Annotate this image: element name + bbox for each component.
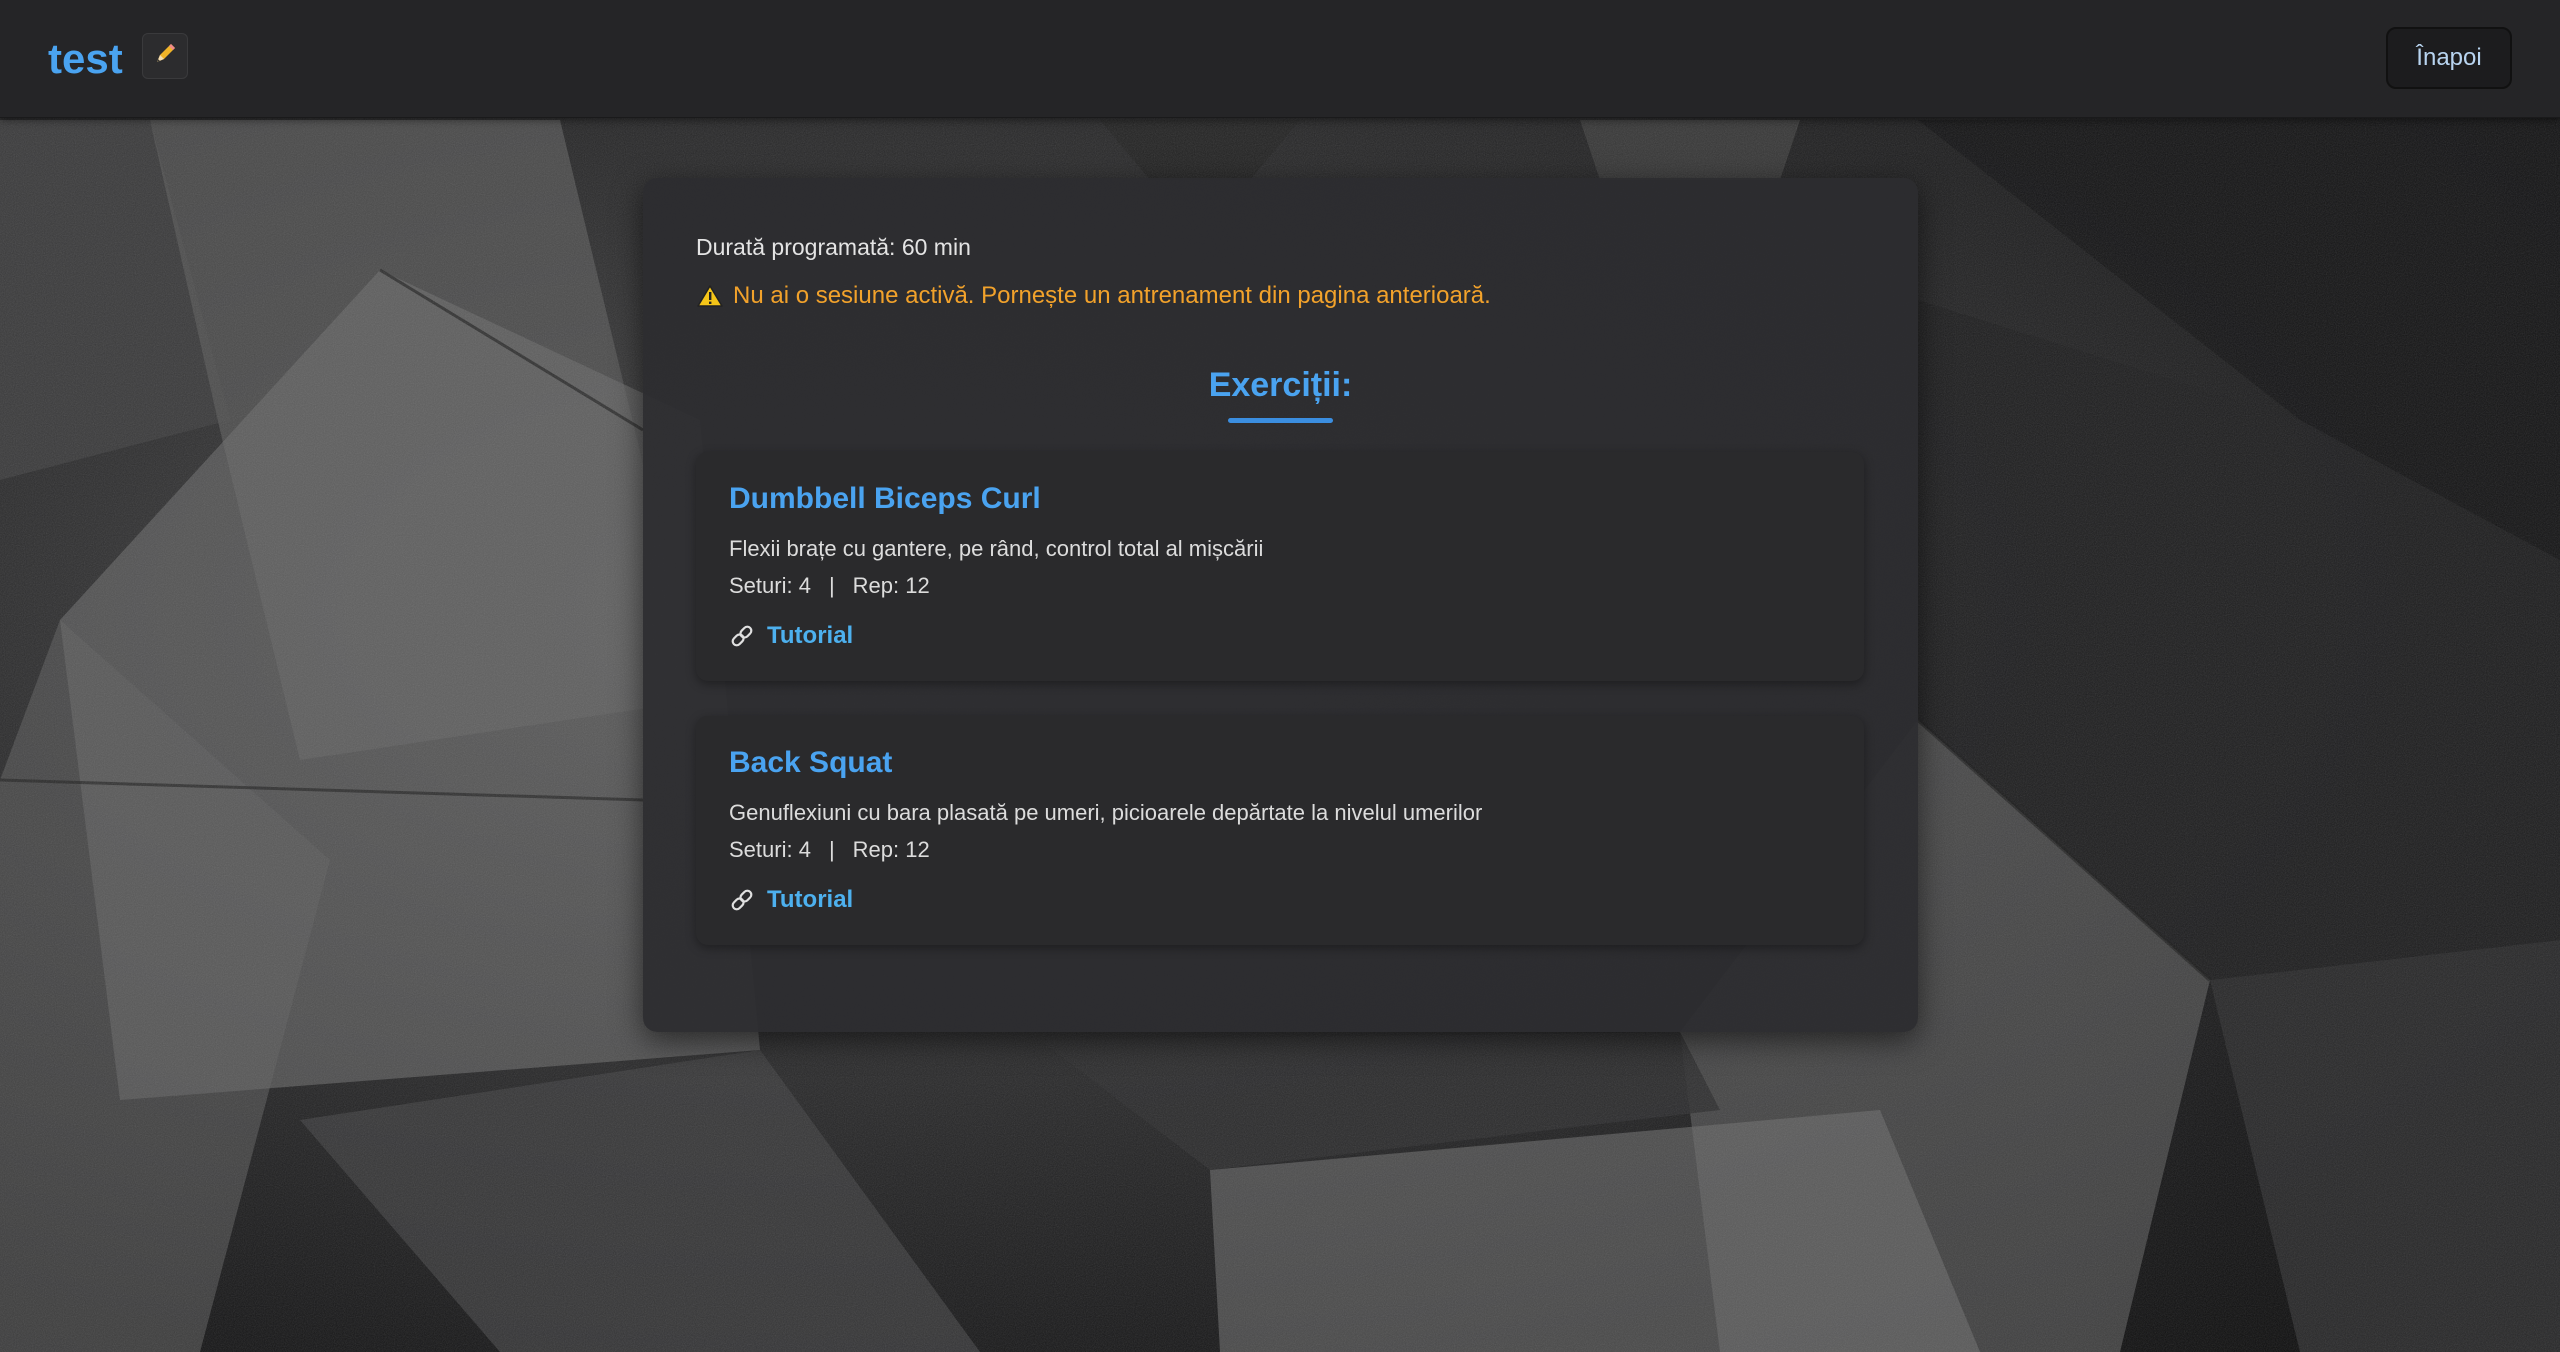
exercises-heading: Exerciții: xyxy=(1208,366,1353,404)
exercise-card: Back Squat Genuflexiuni cu bara plasată … xyxy=(696,716,1864,945)
edit-title-button[interactable] xyxy=(142,33,188,79)
back-button[interactable]: Înapoi xyxy=(2386,27,2512,89)
scheduled-duration: Durată programată: 60 min xyxy=(696,234,971,260)
pencil-icon xyxy=(152,41,178,72)
exercise-meta: Seturi: 4 | Rep: 12 xyxy=(729,837,930,863)
exercise-card: Dumbbell Biceps Curl Flexii brațe cu gan… xyxy=(696,452,1864,681)
link-icon xyxy=(729,887,755,913)
exercise-reps: Rep: 12 xyxy=(852,573,930,598)
no-session-warning: Nu ai o sesiune activă. Pornește un antr… xyxy=(697,282,1491,310)
exercise-meta: Seturi: 4 | Rep: 12 xyxy=(729,573,930,599)
exercise-description: Flexii brațe cu gantere, pe rând, contro… xyxy=(729,536,1264,561)
tutorial-label[interactable]: Tutorial xyxy=(767,622,853,650)
meta-separator: | xyxy=(828,573,835,598)
warning-icon xyxy=(697,284,723,308)
meta-separator: | xyxy=(828,837,835,862)
exercise-name: Back Squat xyxy=(729,746,893,779)
top-header: test Înapoi xyxy=(0,0,2560,118)
tutorial-link[interactable]: Tutorial xyxy=(729,886,853,914)
exercise-description: Genuflexiuni cu bara plasată pe umeri, p… xyxy=(729,800,1483,825)
exercise-name: Dumbbell Biceps Curl xyxy=(729,482,1041,515)
tutorial-link[interactable]: Tutorial xyxy=(729,622,853,650)
workout-panel: Durată programată: 60 min Nu ai o sesiun… xyxy=(643,178,1918,1032)
link-icon xyxy=(729,623,755,649)
exercise-sets: Seturi: 4 xyxy=(729,573,811,598)
exercise-reps: Rep: 12 xyxy=(852,837,930,862)
heading-underline xyxy=(1228,418,1333,423)
warning-text: Nu ai o sesiune activă. Pornește un antr… xyxy=(733,282,1491,309)
tutorial-label[interactable]: Tutorial xyxy=(767,886,853,914)
workout-title: test xyxy=(48,35,123,82)
exercise-sets: Seturi: 4 xyxy=(729,837,811,862)
